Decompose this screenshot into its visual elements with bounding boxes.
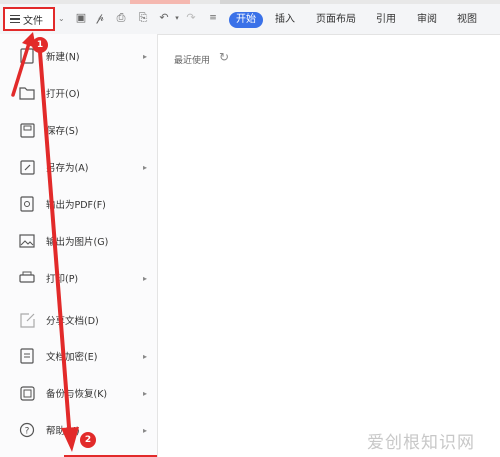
customize-toolbar-icon[interactable]: ≡ [206, 11, 220, 25]
menu-item-print[interactable]: 打印(P) ▸ [0, 260, 157, 296]
menu-label: 输出为PDF(F) [46, 200, 106, 211]
new-icon [19, 48, 35, 64]
redo-icon[interactable]: ↷ [184, 11, 198, 25]
refresh-icon[interactable]: ↻ [219, 50, 229, 64]
menu-item-encrypt[interactable]: 文档加密(E) ▸ [0, 338, 157, 374]
submenu-arrow-icon: ▸ [143, 162, 148, 172]
pdf-icon [19, 196, 35, 212]
help-icon: ? [19, 422, 35, 438]
backup-icon [19, 385, 35, 401]
print-icon [19, 270, 35, 286]
menu-label: 新建(N) [46, 52, 80, 63]
menu-item-new[interactable]: 新建(N) ▸ [0, 38, 157, 74]
image-icon [19, 233, 35, 249]
step-badge-1: 1 [32, 37, 48, 53]
menu-item-backup[interactable]: 备份与恢复(K) ▸ [0, 375, 157, 411]
step-badge-2: 2 [80, 432, 96, 448]
submenu-arrow-icon: ▸ [143, 51, 148, 61]
tab-references[interactable]: 引用 [376, 12, 396, 28]
menu-label: 打印(P) [46, 274, 79, 285]
print-preview-icon[interactable]: ⎘ [136, 11, 150, 25]
print-icon[interactable]: ⎙ [114, 11, 128, 25]
share-icon [19, 312, 35, 328]
menu-label: 帮助(H) [46, 426, 80, 437]
undo-icon[interactable]: ↶ [157, 11, 171, 25]
save-icon[interactable]: ▣ [74, 11, 88, 25]
submenu-arrow-icon: ▸ [143, 388, 148, 398]
file-menu-label: 文件 [23, 15, 43, 27]
hamburger-icon [10, 15, 20, 23]
menu-item-help[interactable]: ? 帮助(H) ▸ [0, 412, 157, 448]
tab-insert[interactable]: 插入 [275, 12, 295, 28]
submenu-arrow-icon: ▸ [143, 425, 148, 435]
ribbon-toolbar: 文件 ⌄ ▣ 𝓅 ⎙ ⎘ ↶ ▾ ↷ ≡ 开始 插入 页面布局 引用 审阅 视图 [0, 4, 500, 35]
menu-item-save-as[interactable]: 另存为(A) ▸ [0, 149, 157, 185]
tab-start[interactable]: 开始 [229, 12, 263, 28]
format-painter-icon[interactable]: 𝓅 [93, 11, 107, 25]
menu-label: 文档加密(E) [46, 352, 98, 363]
save-icon [19, 122, 35, 138]
tab-page-layout[interactable]: 页面布局 [316, 12, 356, 28]
chevron-down-icon[interactable]: ⌄ [58, 14, 65, 23]
file-menu-panel: 新建(N) ▸ 打开(O) 保存(S) 另存为(A) ▸ 输出为PDF(F) 输… [0, 34, 158, 457]
menu-item-export-pdf[interactable]: 输出为PDF(F) [0, 186, 157, 222]
svg-text:?: ? [25, 427, 30, 437]
menu-item-export-image[interactable]: 输出为图片(G) [0, 223, 157, 259]
menu-item-share[interactable]: 分享文档(D) [0, 302, 157, 338]
menu-label: 分享文档(D) [46, 316, 99, 327]
save-as-icon [19, 159, 35, 175]
submenu-arrow-icon: ▸ [143, 351, 148, 361]
file-menu-button[interactable]: 文件 [3, 7, 55, 31]
menu-label: 保存(S) [46, 126, 79, 137]
tab-view[interactable]: 视图 [457, 12, 477, 28]
menu-item-save[interactable]: 保存(S) [0, 112, 157, 148]
folder-icon [19, 85, 35, 101]
menu-item-open[interactable]: 打开(O) [0, 75, 157, 111]
tab-review[interactable]: 审阅 [417, 12, 437, 28]
watermark: 爱创根知识网 [367, 433, 475, 453]
menu-label: 另存为(A) [46, 163, 89, 174]
menu-label: 输出为图片(G) [46, 237, 109, 248]
undo-dropdown-icon[interactable]: ▾ [170, 11, 184, 25]
menu-label: 打开(O) [46, 89, 80, 100]
submenu-arrow-icon: ▸ [143, 273, 148, 283]
encrypt-icon [19, 348, 35, 364]
recent-label: 最近使用 [174, 56, 211, 66]
menu-label: 备份与恢复(K) [46, 389, 108, 400]
